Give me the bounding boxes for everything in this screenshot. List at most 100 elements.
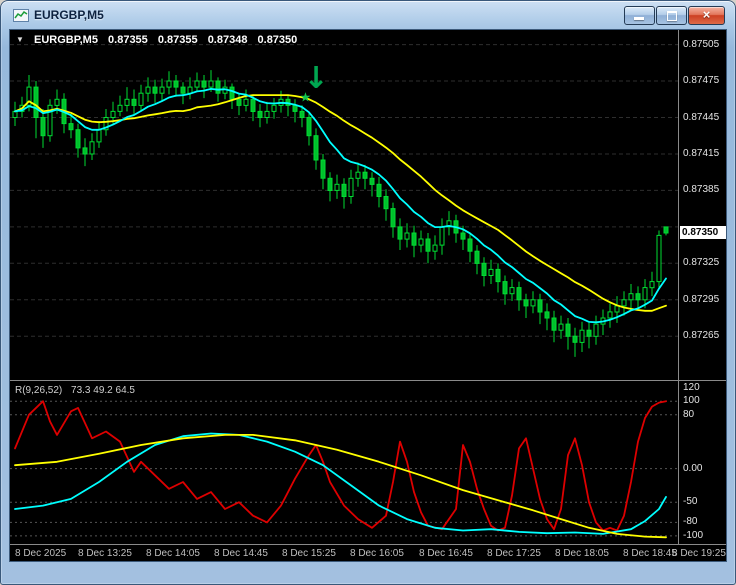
candle (495, 268, 501, 283)
candle (628, 293, 634, 301)
time-axis-label: 8 Dec 16:45 (419, 548, 473, 559)
close-button[interactable]: × (688, 6, 725, 25)
price-axis-label: 0.87295 (683, 293, 720, 305)
candle (642, 287, 648, 301)
ohlc-close: 0.87350 (257, 34, 298, 46)
main-price-chart[interactable]: ↓★ (10, 30, 678, 380)
time-axis-label: 8 Dec 18:05 (555, 548, 609, 559)
candle (12, 110, 18, 119)
time-axis-label: 8 Dec 17:25 (487, 548, 541, 559)
indicator-axis-label: 100 (683, 395, 700, 407)
candle (145, 86, 151, 94)
candle (460, 232, 466, 240)
candle (334, 183, 340, 191)
candle (110, 110, 116, 119)
candle (404, 232, 410, 240)
candle (215, 80, 221, 94)
candle (96, 129, 102, 143)
candle (341, 183, 347, 198)
osc-mid-line (14, 432, 667, 535)
window-title: EURGBP,M5 (34, 8, 104, 22)
candle (572, 335, 578, 343)
time-axis-label: 8 Dec 15:25 (282, 548, 336, 559)
candle (439, 226, 445, 246)
candle (656, 234, 662, 283)
candle (411, 232, 417, 246)
candle (89, 141, 95, 155)
candle (257, 110, 263, 119)
minimize-button[interactable] (624, 6, 655, 25)
candle (152, 86, 158, 94)
candle (397, 226, 403, 240)
candle (649, 281, 655, 289)
candle (54, 98, 60, 106)
oscillator-subwindow[interactable] (10, 381, 678, 544)
indicator-name: R(9,26,52) (15, 385, 63, 396)
candle (474, 250, 480, 264)
candle (173, 80, 179, 88)
price-axis-label: 0.87505 (683, 38, 720, 50)
price-axis-label: 0.87475 (683, 75, 720, 87)
candle (313, 135, 319, 161)
candle (586, 329, 592, 337)
price-axis-label: 0.87445 (683, 111, 720, 123)
time-axis-label: 8 Dec 14:05 (146, 548, 200, 559)
indicator-axis-label: -100 (683, 529, 704, 541)
quote-dropdown-icon[interactable]: ▼ (16, 35, 24, 44)
candle (40, 117, 46, 137)
time-axis-label: 8 Dec 19:25 (672, 548, 726, 559)
indicator-axis-label: 80 (683, 408, 695, 420)
candle (502, 281, 508, 295)
price-axis[interactable]: 0.87350 0.87505 0.87475 0.87445 0.87415 0.87… (679, 30, 726, 380)
symbol-timeframe-label: EURGBP,M5 (33, 34, 98, 46)
candle (614, 305, 620, 313)
candle (117, 104, 123, 112)
candle (369, 177, 375, 185)
candle (124, 98, 130, 106)
candle (432, 244, 438, 252)
candle (516, 287, 522, 301)
candle (551, 317, 557, 331)
candle (264, 110, 270, 119)
indicator-axis-label: 0.00 (683, 462, 703, 474)
candle (33, 86, 39, 118)
star-marker: ★ (300, 91, 312, 106)
candle (243, 98, 249, 106)
candle (208, 80, 214, 88)
time-axis-label: 8 Dec 2025 (15, 548, 67, 559)
candle (509, 287, 515, 295)
minimize-icon (634, 17, 644, 20)
candle (166, 80, 172, 88)
candle (530, 299, 536, 307)
window-titlebar[interactable]: EURGBP,M5 × (1, 1, 735, 29)
time-axis[interactable]: 8 Dec 2025 8 Dec 13:25 8 Dec 14:05 8 Dec 14… (10, 545, 726, 561)
time-axis-label: 8 Dec 18:45 (623, 548, 677, 559)
ma-fast-line (14, 88, 667, 324)
candle (229, 86, 235, 100)
indicator-axis[interactable]: 120 100 80 0.00 -50 -80 -100 (679, 381, 726, 544)
candle (635, 293, 641, 301)
candle (418, 238, 424, 246)
candle (579, 329, 585, 343)
candle (425, 238, 431, 252)
candle (565, 323, 571, 337)
candle (131, 98, 137, 106)
candle (621, 299, 627, 307)
close-icon: × (702, 7, 711, 22)
maximize-button[interactable] (656, 6, 687, 25)
candle (201, 80, 207, 88)
indicator-axis-label: -80 (683, 516, 698, 528)
candle (187, 86, 193, 94)
candle (292, 104, 298, 112)
candle (348, 177, 354, 198)
time-axis-label: 8 Dec 16:05 (350, 548, 404, 559)
indicator-label: R(9,26,52) 73.3 49.2 64.5 (15, 385, 141, 396)
price-axis-label: 0.87325 (683, 257, 720, 269)
chart-window-icon[interactable] (13, 9, 29, 22)
candle (236, 98, 242, 106)
mt4-chart-window: EURGBP,M5 × ↓ ★ ▼ EURGBP,M5 0.87355 0.873… (0, 0, 736, 585)
candle (271, 104, 277, 112)
candle (306, 117, 312, 137)
ohlc-header: ▼ EURGBP,M5 0.87355 0.87355 0.87348 0.87… (16, 34, 304, 46)
candle (376, 183, 382, 198)
